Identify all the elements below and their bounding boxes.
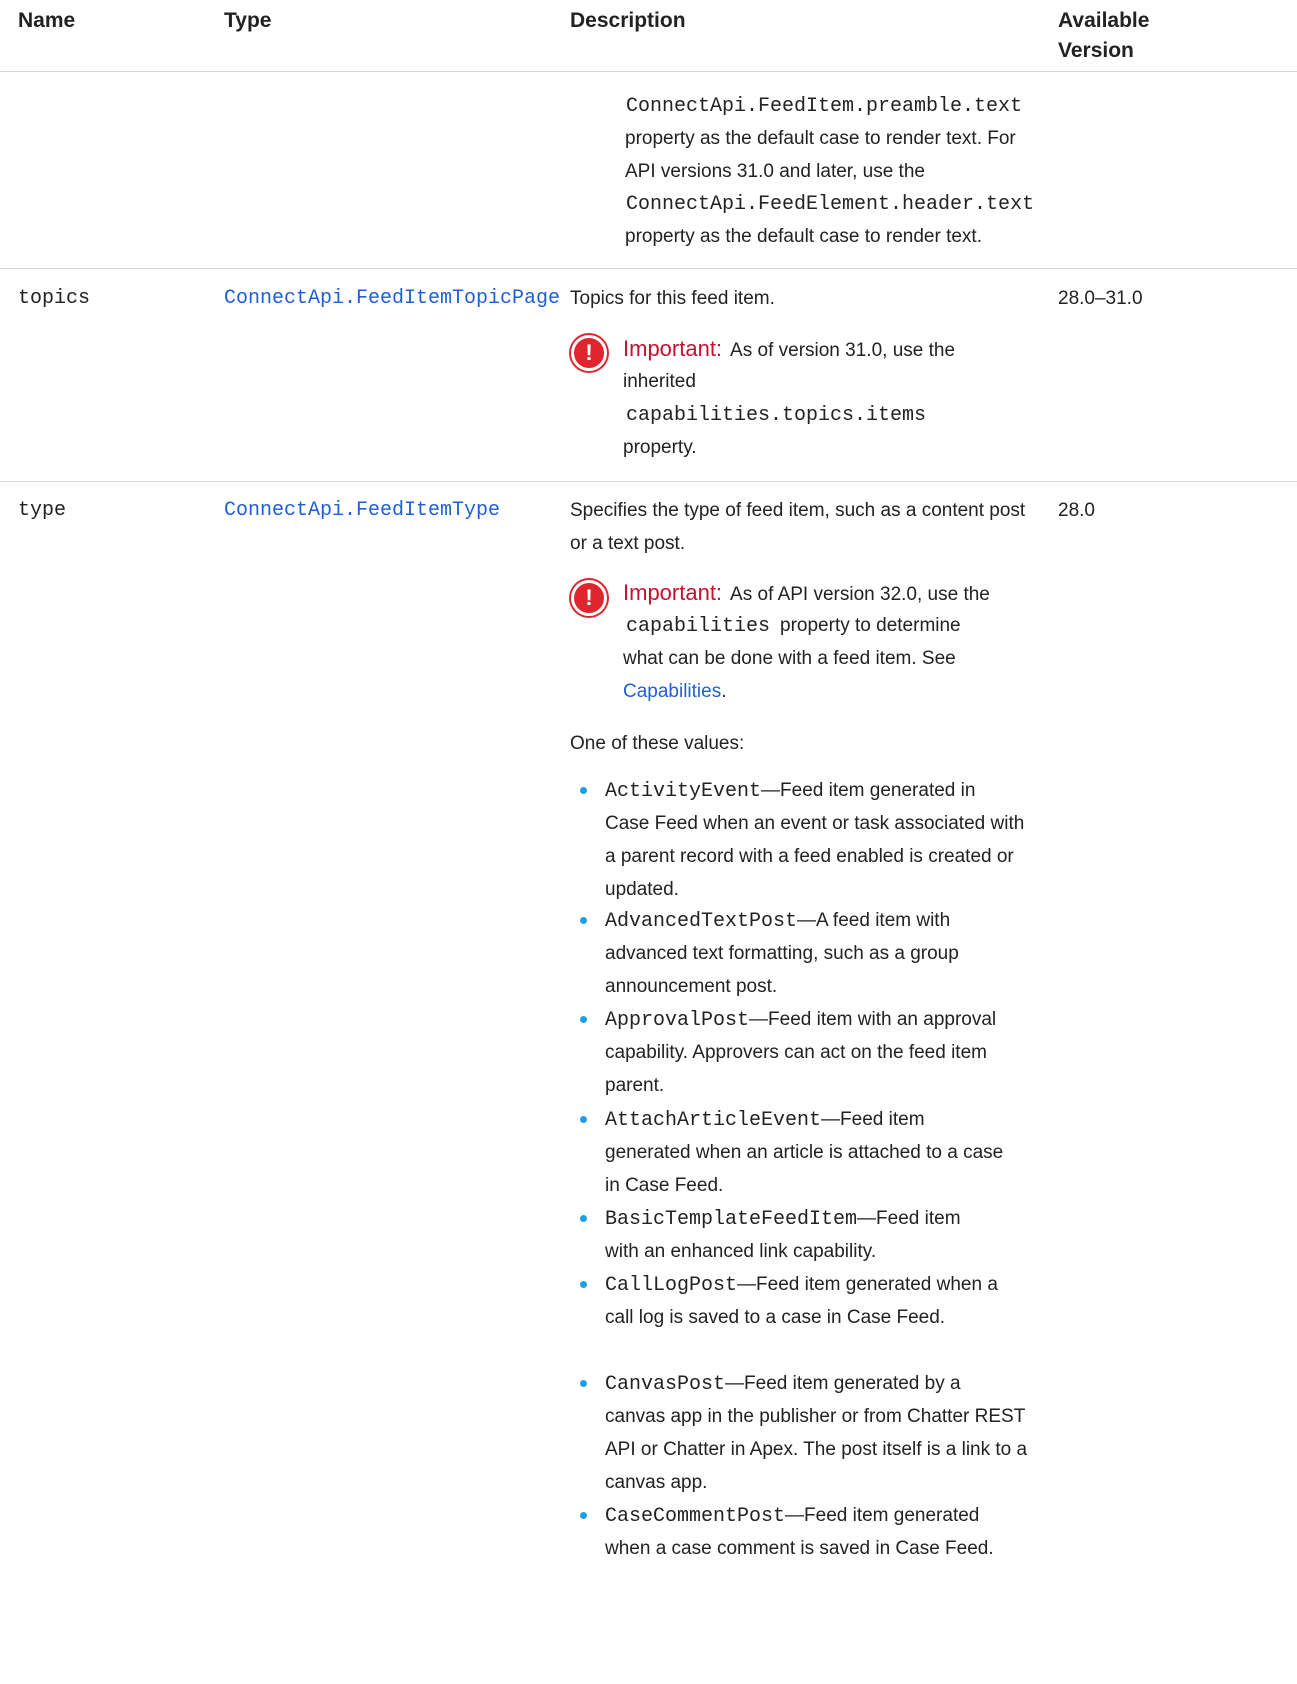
list-item-line: announcement post. <box>605 976 778 997</box>
preamble-code-2: ConnectApi.FeedElement.header.text <box>626 193 1035 216</box>
row-type-description-2: or a text post. <box>570 533 686 554</box>
header-description: Description <box>570 9 686 32</box>
list-item-line: ApprovalPost—Feed item with an approval <box>605 1003 1050 1037</box>
list-item-line: CallLogPost—Feed item generated when a <box>605 1268 1050 1302</box>
topics-important-code: capabilities.topics.items <box>626 404 927 427</box>
list-item-text: —Feed item <box>821 1109 925 1130</box>
important-label: Important: <box>623 336 723 361</box>
bullet-icon <box>580 917 587 924</box>
preamble-code-1: ConnectApi.FeedItem.preamble.text <box>626 95 1023 118</box>
row-topics-description: Topics for this feed item. <box>570 288 775 309</box>
capabilities-link[interactable]: Capabilities <box>623 681 721 702</box>
bullet-icon <box>580 1215 587 1222</box>
list-item-line: BasicTemplateFeedItem—Feed item <box>605 1202 1050 1236</box>
list-item-line: parent. <box>605 1075 665 1096</box>
row-topics-name: topics <box>18 287 91 310</box>
type-important-line3: what can be done with a feed item. See <box>623 648 956 669</box>
list-item-line: canvas app. <box>605 1472 708 1493</box>
list-item-text: —Feed item generated when a <box>737 1274 998 1295</box>
row-type-type-link[interactable]: ConnectApi.FeedItemType <box>224 494 500 527</box>
list-item-text: —Feed item generated in <box>761 780 976 801</box>
row-rule-1 <box>0 268 1297 269</box>
list-item-code: ActivityEvent <box>605 780 762 803</box>
row-topics-type-link[interactable]: ConnectApi.FeedItemTopicPage <box>224 282 560 315</box>
row-rule-2 <box>0 481 1297 482</box>
list-item-line: AdvancedTextPost—A feed item with <box>605 904 1050 938</box>
list-item-line: Case Feed when an event or task associat… <box>605 813 1025 834</box>
type-important-line2: capabilities property to determine <box>626 615 961 638</box>
header-rule <box>0 71 1297 72</box>
list-item-line: capability. Approvers can act on the fee… <box>605 1042 987 1063</box>
preamble-text-2: API versions 31.0 and later, use the <box>625 161 925 182</box>
important-icon: ! <box>571 335 607 371</box>
list-item-line: generated when an article is attached to… <box>605 1142 1004 1163</box>
preamble-text-1: property as the default case to render t… <box>625 128 1016 149</box>
topics-important-line1: Important: As of version 31.0, use the <box>623 336 956 361</box>
values-intro: One of these values: <box>570 733 745 754</box>
list-item-line: when a case comment is saved in Case Fee… <box>605 1538 994 1559</box>
list-item-line: canvas app in the publisher or from Chat… <box>605 1406 1026 1427</box>
type-important-code: capabilities <box>626 615 771 638</box>
list-item-line: a parent record with a feed enabled is c… <box>605 846 1014 867</box>
header-version: Version <box>1058 39 1134 62</box>
list-item-line: in Case Feed. <box>605 1175 724 1196</box>
list-item-line: CaseCommentPost—Feed item generated <box>605 1499 1050 1533</box>
list-item-line: ActivityEvent—Feed item generated in <box>605 774 1050 808</box>
important-icon: ! <box>571 580 607 616</box>
list-item-code: ApprovalPost <box>605 1009 750 1032</box>
header-type: Type <box>224 9 272 32</box>
list-item-line: CanvasPost—Feed item generated by a <box>605 1367 1050 1401</box>
topics-important-line2: inherited <box>623 371 696 392</box>
list-item-code: CanvasPost <box>605 1373 726 1396</box>
list-item-line: advanced text formatting, such as a grou… <box>605 943 959 964</box>
list-item-code: AttachArticleEvent <box>605 1109 822 1132</box>
bullet-icon <box>580 1512 587 1519</box>
bullet-icon <box>580 1380 587 1387</box>
header-name: Name <box>18 9 76 32</box>
list-item-text: —Feed item with an approval <box>749 1009 997 1030</box>
list-item-line: with an enhanced link capability. <box>605 1241 877 1262</box>
list-item-code: CallLogPost <box>605 1274 738 1297</box>
topics-important-line3: property. <box>623 437 697 458</box>
list-item-code: BasicTemplateFeedItem <box>605 1208 858 1231</box>
list-item-line: call log is saved to a case in Case Feed… <box>605 1307 946 1328</box>
bullet-icon <box>580 787 587 794</box>
list-item-line: AttachArticleEvent—Feed item <box>605 1103 1050 1137</box>
bullet-icon <box>580 1281 587 1288</box>
type-important-line4: Capabilities. <box>623 681 727 702</box>
list-item-line: API or Chatter in Apex. The post itself … <box>605 1439 1028 1460</box>
row-type-description-1: Specifies the type of feed item, such as… <box>570 500 1026 521</box>
type-important-line1: Important: As of API version 32.0, use th… <box>623 580 990 605</box>
important-label: Important: <box>623 580 723 605</box>
row-type-name: type <box>18 499 67 522</box>
bullet-icon <box>580 1116 587 1123</box>
list-item-code: CaseCommentPost <box>605 1505 786 1528</box>
list-item-text: —A feed item with <box>797 910 951 931</box>
row-type-version: 28.0 <box>1058 500 1095 521</box>
header-available: Available <box>1058 9 1150 32</box>
preamble-text-3: property as the default case to render t… <box>625 226 982 247</box>
list-item-text: —Feed item generated by a <box>725 1373 961 1394</box>
list-item-code: AdvancedTextPost <box>605 910 798 933</box>
list-item-text: —Feed item <box>857 1208 961 1229</box>
list-item-line: updated. <box>605 879 679 900</box>
bullet-icon <box>580 1016 587 1023</box>
row-topics-version: 28.0–31.0 <box>1058 288 1143 309</box>
list-item-text: —Feed item generated <box>785 1505 980 1526</box>
